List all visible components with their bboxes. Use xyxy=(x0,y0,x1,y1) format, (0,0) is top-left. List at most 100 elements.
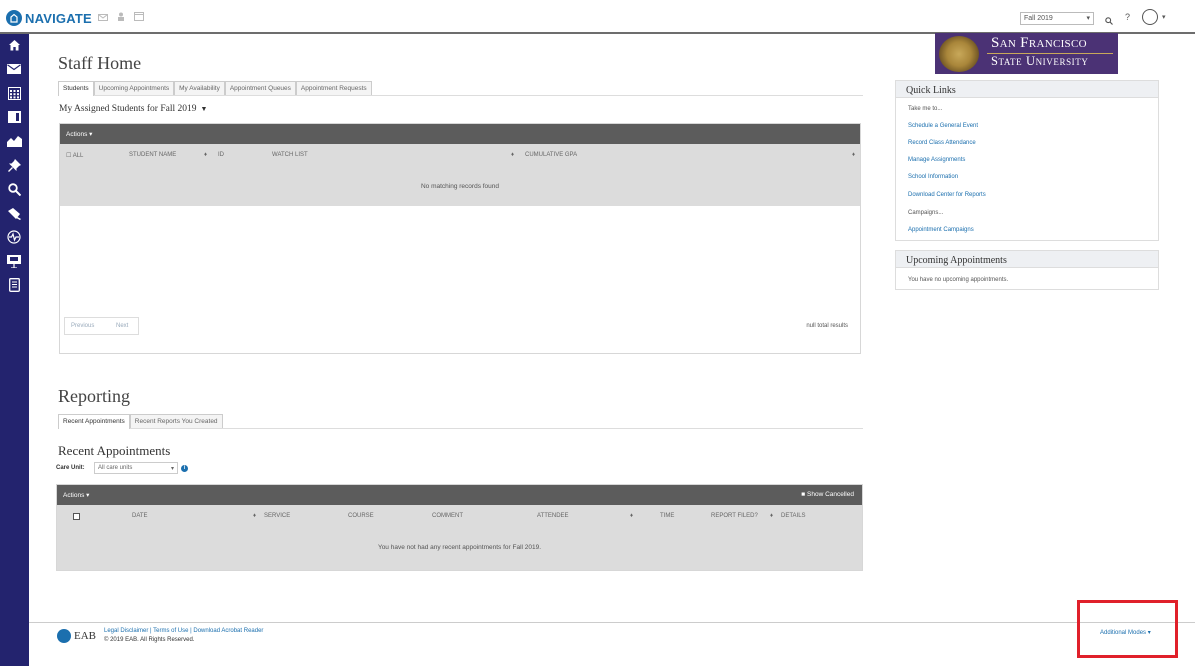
quick-link-schedule-event[interactable]: Schedule a General Event xyxy=(908,123,978,129)
chevron-down-icon[interactable]: ▾ xyxy=(1162,13,1166,21)
recent-appointments-title: Recent Appointments xyxy=(58,443,171,458)
footer-links[interactable]: Legal Disclaimer | Terms of Use | Downlo… xyxy=(104,628,263,634)
staff-home-tabs: Students Upcoming Appointments My Availa… xyxy=(58,81,863,96)
copyright: © 2019 EAB. All Rights Reserved. xyxy=(104,637,195,643)
sort-icon[interactable]: ♦ xyxy=(204,152,207,158)
quick-link-record-attendance[interactable]: Record Class Attendance xyxy=(908,140,976,146)
footer-divider xyxy=(29,622,1195,623)
reporting-title: Reporting xyxy=(58,386,130,406)
chart-icon[interactable] xyxy=(5,132,23,150)
assigned-students-panel: Actions ▾ ☐ ALL STUDENT NAME ♦ ID WATCH … xyxy=(59,123,861,354)
table-header: DATE ♦ SERVICE COURSE COMMENT ATTENDEE ♦… xyxy=(57,505,862,525)
wand-icon[interactable] xyxy=(5,204,23,222)
term-select-value: Fall 2019 xyxy=(1024,15,1053,22)
sort-icon[interactable]: ♦ xyxy=(253,513,256,519)
quick-links-campaigns: Campaigns... xyxy=(908,210,944,216)
column-cumulative-gpa[interactable]: CUMULATIVE GPA xyxy=(525,152,577,158)
chevron-down-icon: ▾ xyxy=(1086,15,1090,22)
top-icon-group xyxy=(98,12,144,23)
actions-bar: Actions ▾ ■ Show Cancelled xyxy=(57,485,862,505)
pulse-icon[interactable] xyxy=(5,228,23,246)
university-name-line2: State University xyxy=(991,54,1089,68)
top-bar: NAVIGATE Fall 2019 ▾ ? ▾ xyxy=(0,0,1195,34)
quick-link-appointment-campaigns[interactable]: Appointment Campaigns xyxy=(908,227,974,233)
chevron-down-icon: ▼ xyxy=(200,105,208,113)
search-icon[interactable] xyxy=(1105,12,1113,30)
actions-dropdown[interactable]: Actions ▾ xyxy=(63,491,89,499)
actions-dropdown[interactable]: Actions ▾ xyxy=(66,130,92,138)
eab-logo-text: EAB xyxy=(74,630,96,642)
next-button[interactable]: Next xyxy=(116,323,128,329)
column-student-name[interactable]: STUDENT NAME xyxy=(129,152,176,158)
assigned-students-title: My Assigned Students for Fall 2019 xyxy=(59,104,197,114)
total-results: null total results xyxy=(806,323,848,329)
assigned-students-dropdown[interactable]: My Assigned Students for Fall 2019 ▼ xyxy=(59,104,207,114)
column-time[interactable]: TIME xyxy=(660,513,674,519)
tab-students[interactable]: Students xyxy=(58,81,94,96)
presentation-icon[interactable] xyxy=(5,252,23,270)
care-unit-value: All care units xyxy=(98,465,133,471)
sort-icon[interactable]: ♦ xyxy=(852,152,855,158)
tab-appointment-requests[interactable]: Appointment Requests xyxy=(295,81,372,95)
sort-icon[interactable]: ♦ xyxy=(630,513,633,519)
person-icon[interactable] xyxy=(117,12,125,23)
tab-my-availability[interactable]: My Availability xyxy=(174,81,225,95)
care-unit-select[interactable]: All care units ▾ xyxy=(94,462,178,474)
highlight-annotation xyxy=(1077,600,1178,658)
quick-link-download-center[interactable]: Download Center for Reports xyxy=(908,192,986,198)
eab-logo-icon xyxy=(57,629,71,643)
column-report-filed[interactable]: REPORT FILED? xyxy=(711,513,758,519)
navigate-logo[interactable]: NAVIGATE xyxy=(6,10,92,26)
tab-recent-appointments[interactable]: Recent Appointments xyxy=(58,414,130,429)
info-icon[interactable]: i xyxy=(181,465,188,472)
upcoming-appointments-box: Upcoming Appointments You have no upcomi… xyxy=(895,250,1159,290)
column-watch-list[interactable]: WATCH LIST xyxy=(272,152,308,158)
tab-recent-reports[interactable]: Recent Reports You Created xyxy=(129,414,223,428)
sort-icon[interactable]: ♦ xyxy=(511,152,514,158)
column-date[interactable]: DATE xyxy=(132,513,148,519)
university-logo: San Francisco State University xyxy=(935,33,1118,74)
page-title: Staff Home xyxy=(58,53,142,73)
table-header: ☐ ALL STUDENT NAME ♦ ID WATCH LIST ♦ CUM… xyxy=(60,144,860,164)
quick-link-school-information[interactable]: School Information xyxy=(908,174,958,180)
column-attendee[interactable]: ATTENDEE xyxy=(537,513,569,519)
tab-appointment-queues[interactable]: Appointment Queues xyxy=(224,81,296,95)
column-course[interactable]: COURSE xyxy=(348,513,374,519)
home-icon[interactable] xyxy=(5,36,23,54)
select-all-checkbox[interactable]: ☐ ALL xyxy=(66,152,83,159)
quick-links-take-me-to: Take me to... xyxy=(908,106,943,112)
upcoming-appointments-title: Upcoming Appointments xyxy=(896,251,1158,268)
upcoming-appointments-empty: You have no upcoming appointments. xyxy=(908,277,1009,283)
mail-icon[interactable] xyxy=(98,13,108,23)
quick-link-manage-assignments[interactable]: Manage Assignments xyxy=(908,157,965,163)
left-nav xyxy=(0,34,29,666)
book-icon[interactable] xyxy=(5,108,23,126)
term-select[interactable]: Fall 2019 ▾ xyxy=(1020,12,1094,25)
previous-button[interactable]: Previous xyxy=(71,323,94,329)
sort-icon[interactable]: ♦ xyxy=(770,513,773,519)
quick-links-title: Quick Links xyxy=(896,81,1158,98)
window-icon[interactable] xyxy=(134,12,144,23)
pagination: Previous Next xyxy=(64,317,139,335)
tab-upcoming-appointments[interactable]: Upcoming Appointments xyxy=(93,81,175,95)
actions-bar: Actions ▾ xyxy=(60,124,860,144)
calendar-icon[interactable] xyxy=(5,84,23,102)
mail-icon[interactable] xyxy=(5,60,23,78)
column-details[interactable]: DETAILS xyxy=(781,513,806,519)
empty-message: You have not had any recent appointments… xyxy=(377,544,542,551)
column-comment[interactable]: COMMENT xyxy=(432,513,463,519)
select-all-checkbox[interactable] xyxy=(73,513,80,520)
column-id[interactable]: ID xyxy=(218,152,224,158)
user-avatar-icon[interactable] xyxy=(1142,9,1158,25)
university-seal-icon xyxy=(939,36,979,72)
reporting-tabs: Recent Appointments Recent Reports You C… xyxy=(58,414,863,429)
show-cancelled-checkbox[interactable]: ■ Show Cancelled xyxy=(801,491,854,498)
column-service[interactable]: SERVICE xyxy=(264,513,290,519)
search-icon[interactable] xyxy=(5,180,23,198)
university-name-line1: San Francisco xyxy=(991,35,1087,51)
empty-message: No matching records found xyxy=(420,183,500,190)
document-icon[interactable] xyxy=(5,276,23,294)
chevron-down-icon: ▾ xyxy=(170,466,174,472)
pin-icon[interactable] xyxy=(5,156,23,174)
help-icon[interactable]: ? xyxy=(1125,12,1130,22)
